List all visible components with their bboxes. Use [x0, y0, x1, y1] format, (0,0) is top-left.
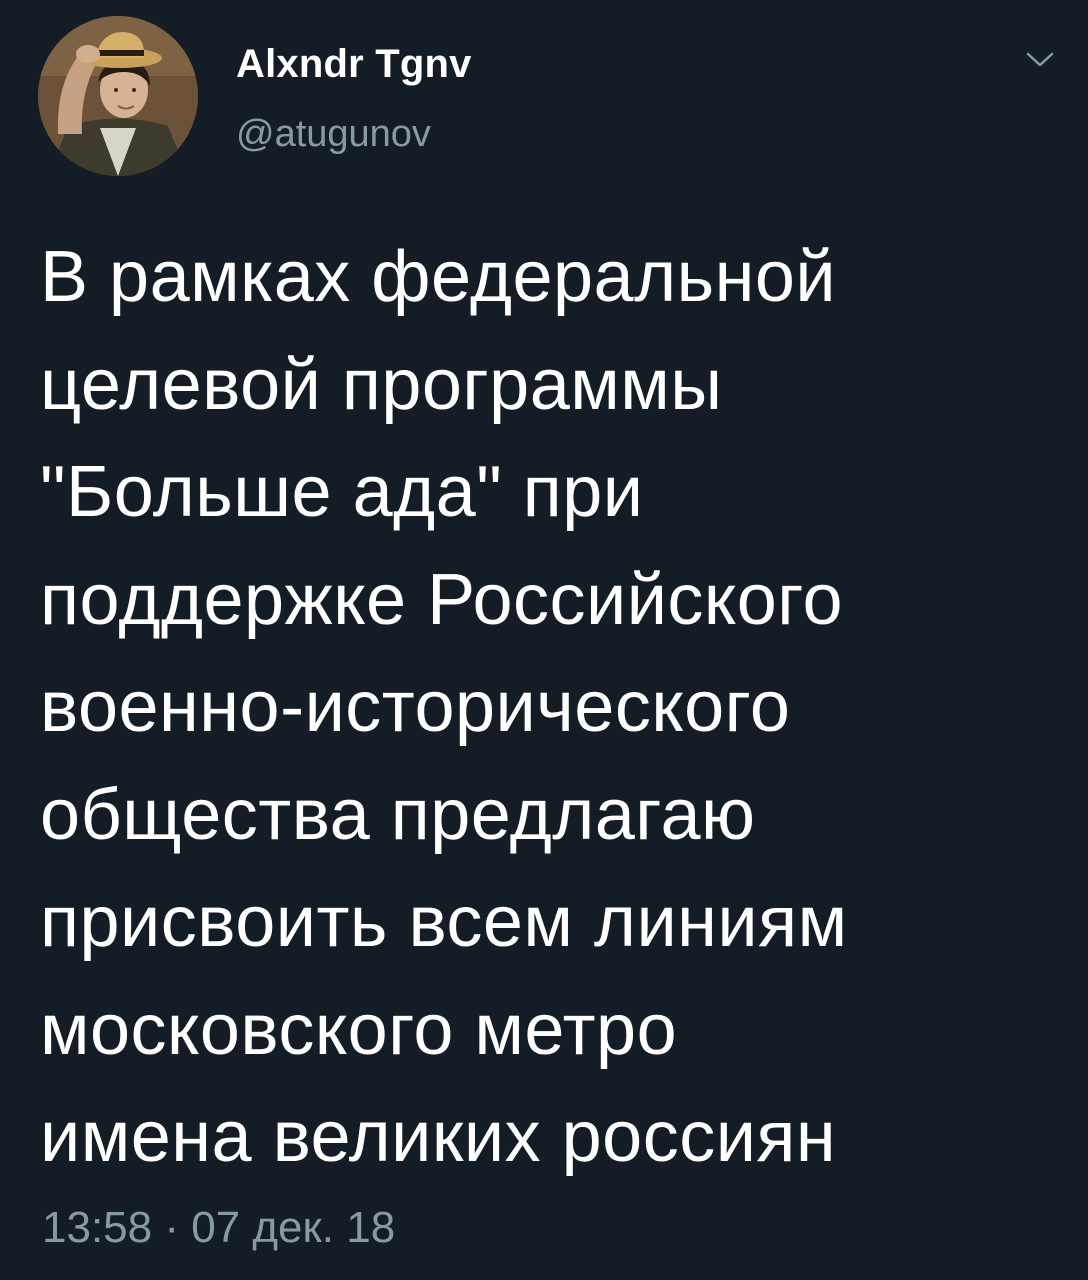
author-display-name[interactable]: Alxndr Tgnv — [236, 40, 472, 88]
author-avatar[interactable] — [38, 16, 198, 176]
tweet-card: Alxndr Tgnv @atugunov В рамках федеральн… — [0, 0, 1088, 1280]
tweet-menu-button[interactable] — [1022, 42, 1058, 78]
tweet-timestamp[interactable]: 13:58 · 07 дек. 18 — [42, 1200, 395, 1256]
chevron-down-icon — [1026, 52, 1054, 67]
author-handle[interactable]: @atugunov — [236, 112, 472, 156]
avatar-photo-icon — [38, 16, 198, 176]
author-info[interactable]: Alxndr Tgnv @atugunov — [236, 40, 472, 156]
tweet-text: В рамках федеральной целевой программы "… — [40, 237, 848, 1177]
